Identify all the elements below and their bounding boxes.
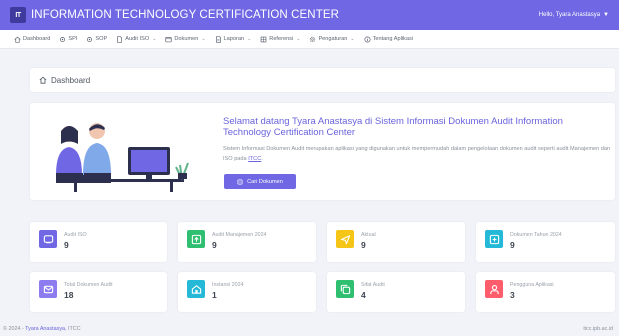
footer-copyright-text: © 2024 -	[3, 326, 26, 332]
mail-icon	[43, 285, 53, 293]
menu-item-referensi[interactable]: Referensi ⌄	[260, 36, 300, 43]
menu-label: Tentang Aplikasi	[372, 36, 414, 42]
upload-icon	[191, 234, 201, 244]
welcome-description-end: .	[261, 155, 263, 162]
user-icon	[489, 284, 499, 294]
stat-label: Sifat Audit	[361, 282, 385, 288]
stat-icon-box	[485, 230, 503, 248]
menu-item-sop[interactable]: SOP	[86, 36, 107, 43]
stat-value: 1	[212, 290, 217, 300]
stat-label: Dokumen Tahun 2024	[510, 232, 562, 238]
chevron-down-icon: ⌄	[296, 36, 301, 42]
menu-label: Referensi	[269, 36, 294, 42]
menu-label: Audit ISO	[125, 36, 150, 42]
copy-icon	[340, 284, 350, 294]
menu-item-dokumen[interactable]: Dokumen ⌄	[165, 36, 206, 43]
stat-label: Total Dokumen Audit	[64, 282, 113, 288]
stat-icon-box	[336, 230, 354, 248]
itcc-link[interactable]: ITCC	[248, 156, 261, 162]
stat-label: Audit ISO	[64, 232, 87, 238]
app-logo[interactable]: IT	[10, 7, 26, 23]
stat-label: Instansi 2024	[212, 282, 244, 288]
menu-label: Laporan	[223, 36, 245, 42]
stat-icon-box	[39, 280, 57, 298]
stat-icon-box	[485, 280, 503, 298]
send-icon	[340, 234, 350, 244]
gear-icon	[87, 36, 93, 42]
stat-value: 9	[361, 240, 366, 250]
report-icon	[215, 35, 221, 43]
stat-card-audit-iso[interactable]: Audit ISO 9	[30, 222, 167, 262]
chevron-down-icon: ▼	[603, 12, 609, 18]
breadcrumb-label: Dashboard	[51, 75, 91, 85]
chevron-down-icon: ⌄	[201, 36, 206, 42]
welcome-description: Sistem Informasi Dokumen Audit merupakan…	[223, 145, 618, 164]
stat-card-sifat-audit[interactable]: Sifat Audit 4	[327, 272, 465, 312]
footer-brand-link[interactable]: Tyara Anastasya	[25, 326, 65, 332]
user-greeting: Hello, Tyara Anastasya	[538, 12, 601, 18]
menu-label: Pengaturan	[318, 36, 348, 42]
file-plus-icon	[489, 234, 499, 244]
chevron-down-icon: ⌄	[152, 36, 157, 42]
stat-value: 9	[212, 240, 217, 250]
grid-icon	[260, 36, 267, 42]
stat-label: Audit Manajemen 2024	[212, 232, 267, 238]
welcome-title: Selamat datang Tyara Anastasya di Sistem…	[223, 116, 563, 138]
menu-item-dashboard[interactable]: Dashboard	[14, 36, 50, 43]
chevron-down-icon: ⌄	[350, 36, 355, 42]
breadcrumb: Dashboard	[30, 68, 615, 92]
logo-text: IT	[15, 11, 21, 19]
monitor-icon	[43, 234, 53, 243]
stat-value: 3	[510, 290, 515, 300]
stat-value: 9	[64, 240, 69, 250]
stat-card-aktual[interactable]: Aktual 9	[327, 222, 465, 262]
welcome-description-text: Sistem Informasi Dokumen Audit merupakan…	[223, 146, 611, 162]
footer-site-link[interactable]: itcc.ipb.ac.id	[583, 326, 613, 332]
folder-icon	[165, 36, 173, 42]
menu-item-laporan[interactable]: Laporan ⌄	[215, 35, 252, 43]
people-at-computer-illustration	[56, 123, 189, 192]
stat-card-total-dokumen[interactable]: Total Dokumen Audit 18	[30, 272, 167, 312]
document-icon	[237, 179, 243, 184]
stat-card-audit-manajemen[interactable]: Audit Manajemen 2024 9	[178, 222, 316, 262]
stat-card-instansi[interactable]: Instansi 2024 1	[178, 272, 316, 312]
user-menu[interactable]: Hello, Tyara Anastasya ▼	[539, 12, 609, 18]
settings-icon	[310, 36, 316, 42]
home-icon	[39, 76, 47, 84]
stat-card-pengguna[interactable]: Pengguna Aplikasi 3	[476, 272, 615, 312]
info-icon	[364, 35, 371, 43]
menu-item-tentang-aplikasi[interactable]: Tentang Aplikasi	[364, 35, 414, 43]
search-document-button[interactable]: Cari Dokumen	[224, 174, 296, 189]
search-document-label: Cari Dokumen	[247, 178, 283, 185]
menu-item-pengaturan[interactable]: Pengaturan ⌄	[309, 36, 355, 43]
stat-value: 18	[64, 290, 74, 300]
stat-value: 9	[510, 240, 515, 250]
stat-icon-box	[336, 280, 354, 298]
document-icon	[117, 35, 123, 43]
stat-card-dokumen-tahun[interactable]: Dokumen Tahun 2024 9	[476, 222, 615, 262]
building-icon	[191, 284, 201, 294]
main-menu: Dashboard SPI SOP Audit ISO ⌄ Dokumen ⌄ …	[0, 30, 619, 49]
app-title[interactable]: INFORMATION TECHNOLOGY CERTIFICATION CEN…	[31, 9, 339, 21]
menu-label: SOP	[95, 36, 108, 42]
stat-label: Pengguna Aplikasi	[510, 282, 554, 288]
welcome-card: Selamat datang Tyara Anastasya di Sistem…	[30, 103, 615, 200]
stat-label: Aktual	[361, 232, 376, 238]
footer-copyright: © 2024 - Tyara Anastasya, ITCC	[3, 326, 81, 332]
chevron-down-icon: ⌄	[247, 36, 252, 42]
footer-suffix: , ITCC	[65, 326, 81, 332]
stat-icon-box	[39, 230, 57, 248]
gear-icon	[60, 36, 66, 42]
top-bar: IT INFORMATION TECHNOLOGY CERTIFICATION …	[0, 0, 619, 30]
menu-item-audit-iso[interactable]: Audit ISO ⌄	[116, 35, 157, 43]
home-icon	[14, 36, 21, 43]
menu-label: SPI	[68, 36, 78, 42]
stat-icon-box	[187, 230, 205, 248]
stat-icon-box	[187, 280, 205, 298]
menu-label: Dokumen	[174, 36, 199, 42]
stat-value: 4	[361, 290, 366, 300]
menu-label: Dashboard	[23, 36, 51, 42]
menu-item-spi[interactable]: SPI	[59, 36, 77, 43]
